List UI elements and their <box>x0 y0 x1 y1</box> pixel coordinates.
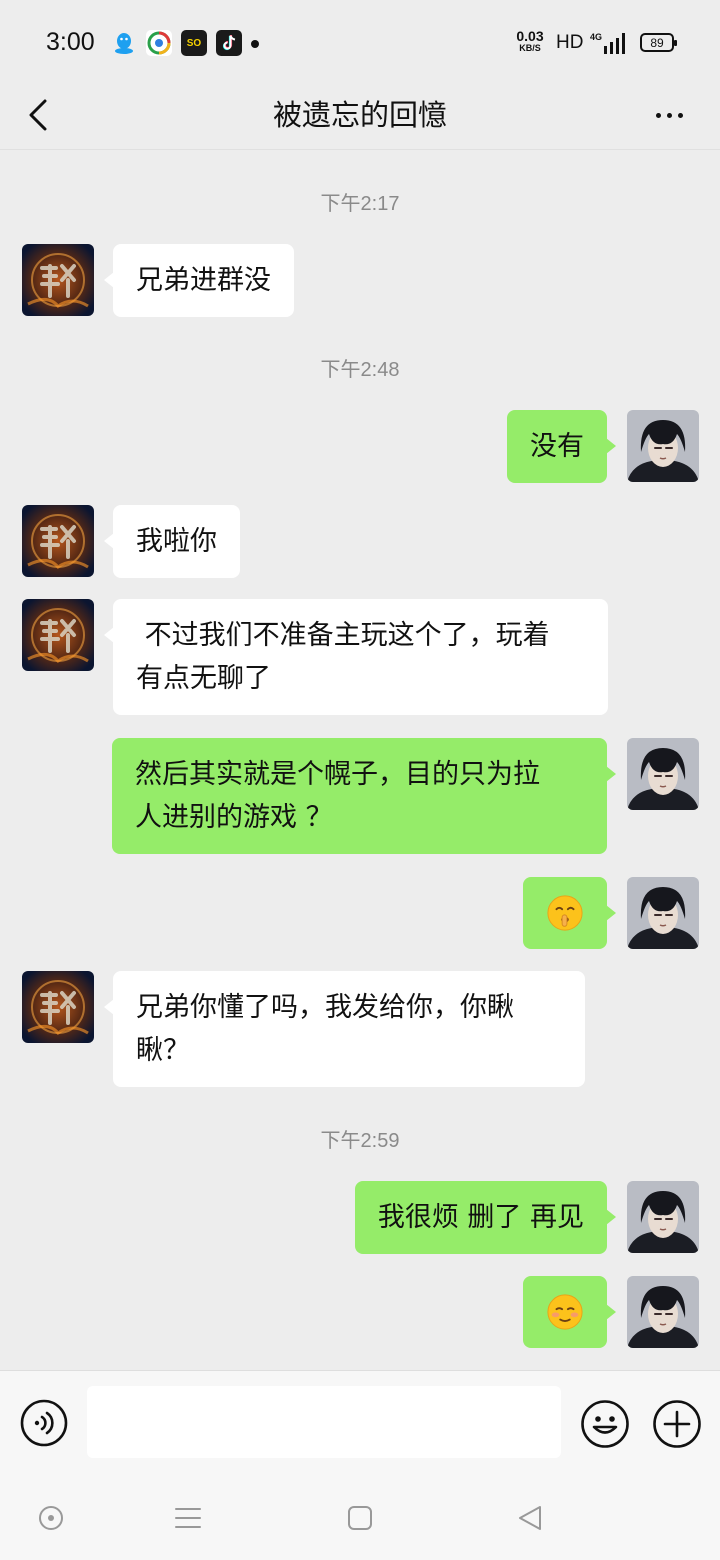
smiley-icon <box>581 1400 629 1448</box>
assistant-button[interactable] <box>31 1498 71 1538</box>
status-time: 3:00 <box>46 28 95 56</box>
more-dot-icon <box>655 112 661 118</box>
contact-avatar-image <box>22 971 94 1043</box>
back-button[interactable] <box>18 88 58 142</box>
qq-icon <box>111 30 137 56</box>
chat-title: 被遗忘的回憶 <box>272 98 447 132</box>
message-line: 有点无聊了 <box>136 663 271 694</box>
self-avatar[interactable] <box>627 1181 699 1253</box>
message-text: 兄弟进群没 <box>136 265 271 296</box>
battery-icon: 89 <box>640 33 677 52</box>
self-avatar[interactable] <box>627 410 699 482</box>
self-avatar[interactable] <box>627 877 699 949</box>
timestamp: 下午2:17 <box>320 193 400 215</box>
circle-dot-icon <box>39 1506 63 1530</box>
contact-avatar[interactable] <box>22 971 94 1043</box>
voice-icon <box>20 1399 68 1447</box>
net-speed-value: 0.03 <box>516 28 544 44</box>
plus-icon <box>653 1400 701 1448</box>
incoming-message-bubble[interactable]: 我啦你 <box>104 505 240 578</box>
message-input[interactable] <box>87 1386 561 1458</box>
flushed-smile-emoji <box>547 1294 583 1330</box>
outgoing-message-bubble[interactable]: 我很烦 删了 再见 <box>354 1181 617 1254</box>
contact-avatar-image <box>22 505 94 577</box>
chat-header: 被遗忘的回憶 <box>0 80 720 150</box>
message-line: 兄弟你懂了吗，我发给你，你瞅 <box>136 992 514 1023</box>
message-line: 不过我们不准备主玩这个了，玩着 <box>136 620 550 651</box>
notification-dot <box>251 40 259 48</box>
outgoing-emoji-bubble[interactable] <box>523 877 616 949</box>
system-nav-bar <box>0 1474 720 1560</box>
contact-avatar[interactable] <box>22 599 94 671</box>
message-list[interactable]: 下午2:17 兄弟进群没 下午2:48 没有 我啦你 不过我们不准备主玩这个了，… <box>0 151 720 1370</box>
incoming-message-bubble[interactable]: 兄弟你懂了吗，我发给你，你瞅 瞅？ <box>104 971 585 1087</box>
battery-level: 89 <box>650 35 664 50</box>
voice-input-button[interactable] <box>20 1399 68 1447</box>
signal-icon: 4G <box>590 30 630 56</box>
message-line: 瞅？ <box>136 1035 190 1066</box>
status-bar: 3:00 SO 0.03 KB/S HD 4G 89 <box>0 0 720 80</box>
contact-avatar[interactable] <box>22 505 94 577</box>
message-text: 我很烦 删了 再见 <box>377 1202 584 1233</box>
input-bar <box>0 1370 720 1474</box>
soul-app-icon: SO <box>181 30 207 56</box>
incoming-message-bubble[interactable]: 兄弟进群没 <box>104 244 294 317</box>
more-options-button[interactable] <box>646 88 692 142</box>
browser-icon <box>146 30 172 56</box>
emoji-button[interactable] <box>580 1399 630 1449</box>
more-dot-icon <box>677 112 683 118</box>
self-avatar[interactable] <box>627 1276 699 1348</box>
timestamp: 下午2:59 <box>320 1130 400 1152</box>
more-dot-icon <box>666 112 672 118</box>
menu-icon <box>175 1508 201 1528</box>
self-avatar-image <box>627 877 699 949</box>
incoming-message-bubble[interactable]: 不过我们不准备主玩这个了，玩着 有点无聊了 <box>104 599 608 715</box>
self-avatar-image <box>627 738 699 810</box>
tiktok-icon <box>216 30 242 56</box>
hd-indicator: HD <box>556 32 584 53</box>
shushing-face-emoji <box>547 895 583 931</box>
outgoing-message-bubble[interactable]: 没有 <box>507 410 616 483</box>
message-text: 没有 <box>530 431 584 462</box>
contact-avatar[interactable] <box>22 244 94 316</box>
menu-button[interactable] <box>168 1498 208 1538</box>
self-avatar-image <box>627 1276 699 1348</box>
self-avatar-image <box>627 410 699 482</box>
square-icon <box>348 1506 372 1530</box>
outgoing-emoji-bubble[interactable] <box>523 1276 616 1348</box>
contact-avatar-image <box>22 244 94 316</box>
net-speed: 0.03 KB/S <box>510 28 550 54</box>
home-button[interactable] <box>340 1498 380 1538</box>
back-arrow-icon <box>29 99 47 131</box>
system-back-button[interactable] <box>510 1498 550 1538</box>
triangle-back-icon <box>519 1506 541 1530</box>
message-line: 然后其实就是个幌子，目的只为拉 <box>135 759 540 790</box>
message-text: 我啦你 <box>136 526 217 557</box>
contact-avatar-image <box>22 599 94 671</box>
network-type: 4G <box>590 32 602 42</box>
more-functions-button[interactable] <box>652 1399 702 1449</box>
timestamp: 下午2:48 <box>320 359 400 381</box>
message-line: 人进别的游戏 ？ <box>135 802 333 833</box>
outgoing-message-bubble[interactable]: 然后其实就是个幌子，目的只为拉 人进别的游戏 ？ <box>112 738 616 854</box>
self-avatar[interactable] <box>627 738 699 810</box>
self-avatar-image <box>627 1181 699 1253</box>
